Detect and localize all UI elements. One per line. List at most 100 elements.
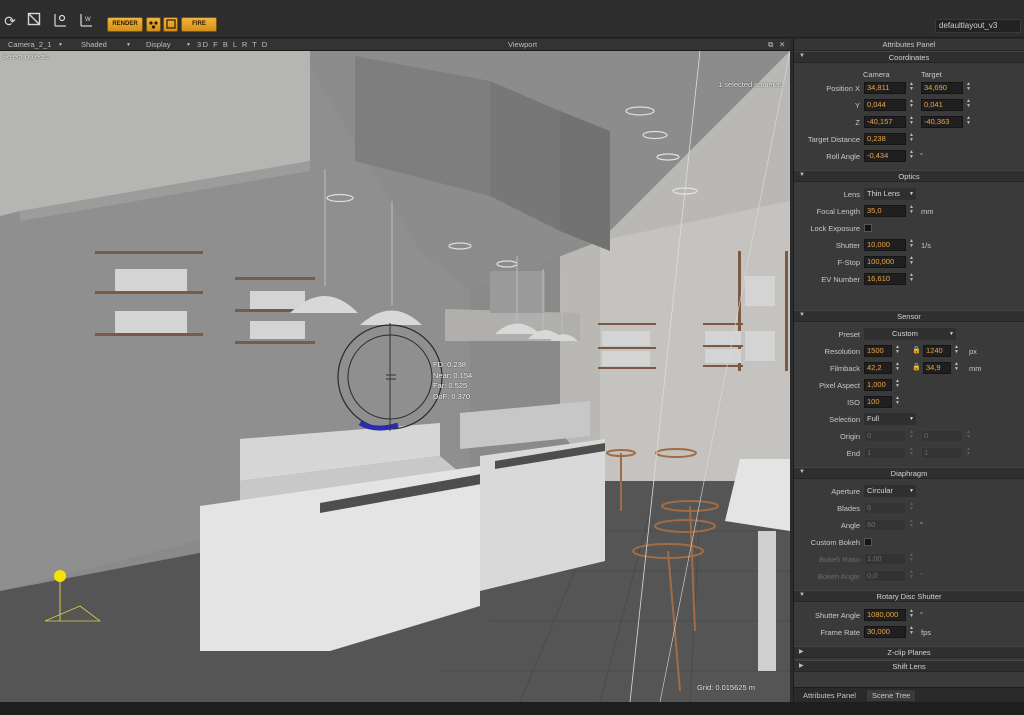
end-label: End <box>846 449 860 458</box>
spinner-icon[interactable]: ▲ ▼ <box>908 239 915 251</box>
section-shift-lens[interactable]: ▶ Shift Lens <box>794 660 1024 672</box>
aperture-value: Circular <box>867 486 893 495</box>
spinner-icon[interactable]: ▲ ▼ <box>953 345 960 357</box>
fstop-field[interactable]: 100,000 <box>864 256 906 268</box>
viewport-hint: Select objects <box>2 52 49 61</box>
spinner-icon[interactable]: ▲ ▼ <box>908 99 915 111</box>
refresh-icon[interactable]: ⟳ <box>1 12 19 30</box>
resolution-height-field[interactable]: 1240 <box>923 345 951 357</box>
chevron-down-icon[interactable]: ▼ <box>58 42 63 48</box>
display-menu[interactable]: Display <box>146 40 171 49</box>
ev-number-field[interactable]: 16,610 <box>864 273 906 285</box>
aperture-dropdown[interactable]: Circular ▼ <box>864 485 916 497</box>
custom-bokeh-label: Custom Bokeh <box>810 538 860 547</box>
chevron-down-icon: ▼ <box>909 488 914 494</box>
tab-scene-tree[interactable]: Scene Tree <box>867 690 916 701</box>
camera-position-z-field[interactable]: -40,157 <box>864 116 906 128</box>
spinner-icon[interactable]: ▲ ▼ <box>965 116 972 128</box>
preset-dropdown[interactable]: Custom ▼ <box>864 328 956 340</box>
svg-text:W: W <box>85 17 91 23</box>
section-optics[interactable]: ▼ Optics <box>794 170 1024 182</box>
preset-label: Preset <box>838 330 860 339</box>
section-diaphragm[interactable]: ▼ Diaphragm <box>794 467 1024 479</box>
undock-icon[interactable]: ⧉ <box>768 40 773 50</box>
section-rotary-disc-shutter[interactable]: ▼ Rotary Disc Shutter <box>794 590 1024 602</box>
filmback-width-field[interactable]: 42,2 <box>864 362 892 374</box>
crop-icon[interactable] <box>25 12 43 30</box>
shading-selector[interactable]: Shaded <box>81 40 107 49</box>
section-z-clip-planes[interactable]: ▶ Z-clip Planes <box>794 646 1024 658</box>
render-region-button[interactable] <box>146 17 161 32</box>
bokeh-angle-label: Bokeh Angle <box>817 572 860 581</box>
spinner-icon[interactable]: ▲ ▼ <box>894 396 901 408</box>
spinner-icon[interactable]: ▲ ▼ <box>908 626 915 638</box>
resolution-width-field[interactable]: 1500 <box>864 345 892 357</box>
origin-y-field: 0 <box>921 430 963 442</box>
spinner-icon[interactable]: ▲ ▼ <box>908 205 915 217</box>
spinner-icon: ▲ ▼ <box>909 429 914 440</box>
shutter-label: Shutter <box>835 241 860 250</box>
chevron-down-icon[interactable]: ▼ <box>126 42 131 48</box>
layout-name-field[interactable]: defaultlayout_v3 <box>935 19 1021 33</box>
viewport[interactable]: Select objects 1 selected cameras FD: 0.… <box>0 51 790 702</box>
spinner-icon[interactable]: ▲ ▼ <box>908 116 915 128</box>
pixel-aspect-field[interactable]: 1,000 <box>864 379 892 391</box>
bokeh-angle-unit: ° <box>920 571 923 580</box>
camera-position-y-field[interactable]: 0,044 <box>864 99 906 111</box>
shutter-angle-field[interactable]: 1080,000 <box>864 609 906 621</box>
lens-dropdown[interactable]: Thin Lens ▼ <box>864 188 916 200</box>
section-coordinates[interactable]: ▼ Coordinates <box>794 51 1024 63</box>
spinner-icon[interactable]: ▲ ▼ <box>894 362 901 374</box>
filmback-unit: mm <box>969 364 982 373</box>
target-position-z-field[interactable]: -40,363 <box>921 116 963 128</box>
spinner-icon[interactable]: ▲ ▼ <box>908 273 915 285</box>
selection-dropdown[interactable]: Full ▼ <box>864 413 916 425</box>
render-window-button[interactable] <box>163 17 178 32</box>
spinner-icon[interactable]: ▲ ▼ <box>908 150 915 162</box>
scene-render[interactable] <box>0 51 790 702</box>
lock-icon[interactable]: 🔒 <box>912 346 921 354</box>
target-distance-label: Target Distance <box>807 135 860 144</box>
spinner-icon[interactable]: ▲ ▼ <box>965 99 972 111</box>
spinner-icon[interactable]: ▲ ▼ <box>953 362 960 374</box>
spinner-icon: ▲ ▼ <box>909 501 914 512</box>
tab-attributes-panel[interactable]: Attributes Panel <box>798 690 861 701</box>
section-sensor[interactable]: ▼ Sensor <box>794 310 1024 322</box>
frame-rate-field[interactable]: 30,000 <box>864 626 906 638</box>
camera-position-x-field[interactable]: 34,811 <box>864 82 906 94</box>
spinner-icon[interactable]: ▲ ▼ <box>894 379 901 391</box>
view-mode-buttons[interactable]: 3D F B L R T D <box>197 40 269 49</box>
shutter-unit: 1/s <box>921 241 932 250</box>
spinner-icon[interactable]: ▲ ▼ <box>908 82 915 94</box>
roll-angle-field[interactable]: -0,434 <box>864 150 906 162</box>
spinner-icon[interactable]: ▲ ▼ <box>965 82 972 94</box>
camera-selector[interactable]: Camera_2_1 <box>8 40 51 49</box>
spinner-icon[interactable]: ▲ ▼ <box>908 609 915 621</box>
spinner-icon: ▲ ▼ <box>909 446 914 457</box>
spinner-icon: ▲ ▼ <box>909 518 914 529</box>
target-distance-field[interactable]: 0,238 <box>864 133 906 145</box>
render-button[interactable]: RENDER <box>107 17 143 32</box>
custom-bokeh-checkbox[interactable] <box>864 538 872 546</box>
spinner-icon[interactable]: ▲ ▼ <box>908 133 915 145</box>
focal-length-field[interactable]: 35,0 <box>864 205 906 217</box>
lens-value: Thin Lens <box>867 189 900 198</box>
target-position-y-field[interactable]: 0,041 <box>921 99 963 111</box>
filmback-height-field[interactable]: 34,9 <box>923 362 951 374</box>
target-position-x-field[interactable]: 34,690 <box>921 82 963 94</box>
lock-icon[interactable]: 🔒 <box>912 363 921 371</box>
lock-exposure-checkbox[interactable] <box>864 224 872 232</box>
fire-button[interactable]: FIRE <box>181 17 217 32</box>
spinner-icon: ▲ ▼ <box>909 569 914 580</box>
world-icon[interactable]: W <box>77 12 95 30</box>
pivot-icon[interactable] <box>51 12 69 30</box>
panel-tab-bar: Attributes Panel Scene Tree <box>794 687 1024 702</box>
iso-field[interactable]: 100 <box>864 396 892 408</box>
resolution-unit: px <box>969 347 977 356</box>
shutter-field[interactable]: 10,000 <box>864 239 906 251</box>
spinner-icon[interactable]: ▲ ▼ <box>908 256 915 268</box>
spinner-icon: ▲ ▼ <box>966 429 971 440</box>
spinner-icon[interactable]: ▲ ▼ <box>894 345 901 357</box>
close-icon[interactable]: ✕ <box>779 40 785 49</box>
chevron-down-icon[interactable]: ▼ <box>186 42 191 48</box>
